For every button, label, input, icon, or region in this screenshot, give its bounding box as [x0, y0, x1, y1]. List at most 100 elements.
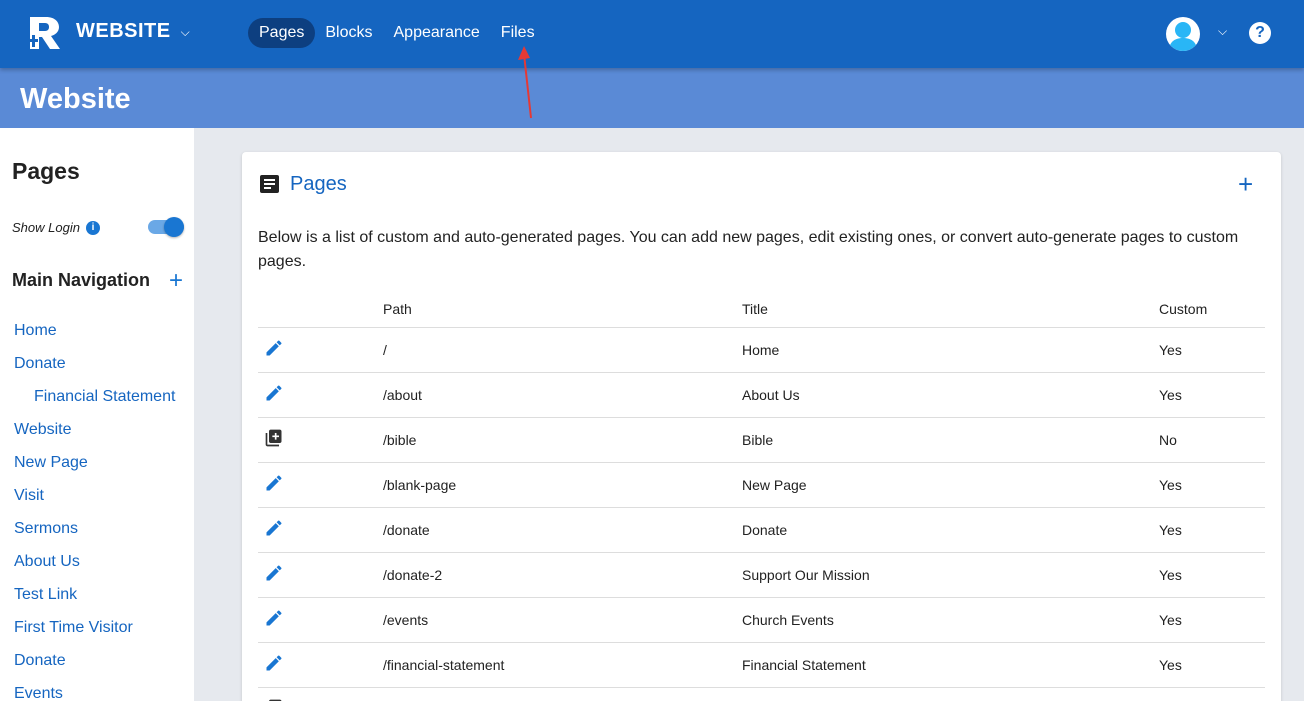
sidebar-item-new-page[interactable]: New Page [14, 451, 175, 484]
sidebar-item-donate[interactable]: Donate [14, 352, 175, 385]
sidebar-item-financial-statement[interactable]: Financial Statement [14, 385, 175, 418]
title-cell: Financial Statement [742, 642, 1159, 688]
table-row: /bible Bible No [258, 417, 1265, 463]
edit-icon [264, 338, 284, 358]
table-row: /blank-page New Page Yes [258, 462, 1265, 508]
custom-cell: No [1159, 417, 1265, 463]
user-menu-chevron-down-icon[interactable]: ⌵ [1218, 24, 1227, 39]
column-header-custom: Custom [1159, 291, 1265, 328]
chevron-down-icon: ⌵ [180, 25, 191, 39]
table-row: /donate-2 Support Our Mission Yes [258, 552, 1265, 598]
sidebar-item-sermons[interactable]: Sermons [14, 517, 175, 550]
pages-card: Pages + Below is a list of custom and au… [242, 152, 1281, 701]
table-row: / Home Yes [258, 327, 1265, 373]
page-title: Website [20, 83, 131, 115]
site-switcher[interactable]: WEBSITE ⌵ [76, 20, 190, 43]
sidebar-item-donate-2[interactable]: Donate [14, 649, 175, 682]
logo-icon[interactable] [26, 15, 62, 51]
sidebar-item-events[interactable]: Events [14, 682, 175, 701]
path-cell: / [383, 327, 742, 373]
custom-cell: Yes [1159, 597, 1265, 643]
custom-cell: Yes [1159, 507, 1265, 553]
card-description: Below is a list of custom and auto-gener… [258, 229, 1239, 270]
column-header-actions [258, 291, 383, 328]
column-header-path: Path [383, 291, 742, 328]
table-header-row: Path Title Custom [258, 291, 1265, 328]
edit-page-button[interactable] [264, 518, 284, 538]
edit-page-button[interactable] [264, 338, 284, 358]
add-page-button[interactable]: + [1238, 171, 1253, 197]
column-header-title: Title [742, 291, 1159, 328]
edit-page-button[interactable] [264, 563, 284, 583]
path-cell: /events [383, 597, 742, 643]
edit-icon [264, 653, 284, 673]
title-cell: Donate [742, 507, 1159, 553]
main-navigation-title: Main Navigation [12, 270, 151, 290]
sidebar-item-test-link[interactable]: Test Link [14, 583, 175, 616]
card-title: Pages [290, 173, 347, 195]
path-cell: /blank-page [383, 462, 742, 508]
page-header: Website [0, 68, 1304, 128]
show-login-label: Show Login [12, 220, 80, 235]
annotation-arrow [518, 46, 532, 119]
pages-table: Path Title Custom / Home Yes/about About Us… [258, 291, 1265, 701]
tab-blocks[interactable]: Blocks [314, 18, 383, 48]
sidebar-item-website[interactable]: Website [14, 418, 175, 451]
edit-icon [264, 608, 284, 628]
custom-cell: Yes [1159, 642, 1265, 688]
table-row: /about About Us Yes [258, 372, 1265, 418]
table-row: /events Church Events Yes [258, 597, 1265, 643]
convert-page-button[interactable] [264, 428, 284, 448]
title-cell: Church Events [742, 597, 1159, 643]
info-icon[interactable]: i [85, 220, 100, 235]
path-cell: /donate-2 [383, 552, 742, 598]
edit-icon [264, 383, 284, 403]
sidebar: Pages Show Login i Main Navigation + Hom… [0, 128, 194, 701]
path-cell [383, 687, 742, 701]
custom-cell: Yes [1159, 327, 1265, 373]
path-cell: /donate [383, 507, 742, 553]
edit-icon [264, 563, 284, 583]
table-row: /financial-statement Financial Statement Y… [258, 642, 1265, 688]
convert-page-icon [264, 428, 284, 448]
edit-page-button[interactable] [264, 383, 284, 403]
path-cell: /bible [383, 417, 742, 463]
table-row [258, 687, 1265, 701]
edit-page-button[interactable] [264, 608, 284, 628]
toggle-knob [164, 217, 184, 237]
avatar[interactable] [1166, 17, 1200, 51]
path-cell: /about [383, 372, 742, 418]
custom-cell: Yes [1159, 462, 1265, 508]
document-icon [260, 175, 279, 193]
sidebar-item-visit[interactable]: Visit [14, 484, 175, 517]
add-nav-item-button[interactable]: + [169, 269, 183, 293]
edit-page-button[interactable] [264, 473, 284, 493]
show-login-row: Show Login i [12, 220, 100, 235]
show-login-toggle[interactable] [148, 217, 184, 237]
sidebar-item-about-us[interactable]: About Us [14, 550, 175, 583]
table-row: /donate Donate Yes [258, 507, 1265, 553]
edit-page-button[interactable] [264, 653, 284, 673]
main-tabs: Pages Blocks Appearance Files [248, 18, 545, 48]
title-cell: Bible [742, 417, 1159, 463]
sidebar-item-home[interactable]: Home [14, 319, 175, 352]
edit-icon [264, 473, 284, 493]
sidebar-title: Pages [12, 158, 80, 184]
custom-cell [1159, 687, 1265, 701]
title-cell: Support Our Mission [742, 552, 1159, 598]
sidebar-item-first-time-visitor[interactable]: First Time Visitor [14, 616, 175, 649]
edit-icon [264, 518, 284, 538]
help-button[interactable]: ? [1249, 22, 1271, 44]
tab-pages[interactable]: Pages [248, 18, 316, 48]
navigation-list: Home Donate Financial Statement Website … [14, 319, 175, 701]
title-cell: About Us [742, 372, 1159, 418]
title-cell: Home [742, 327, 1159, 373]
custom-cell: Yes [1159, 552, 1265, 598]
tab-appearance[interactable]: Appearance [383, 18, 491, 48]
path-cell: /financial-statement [383, 642, 742, 688]
user-icon [1169, 22, 1197, 51]
top-bar: WEBSITE ⌵ Pages Blocks Appearance Files … [0, 0, 1304, 68]
title-cell: New Page [742, 462, 1159, 508]
custom-cell: Yes [1159, 372, 1265, 418]
site-name: WEBSITE [76, 20, 171, 42]
